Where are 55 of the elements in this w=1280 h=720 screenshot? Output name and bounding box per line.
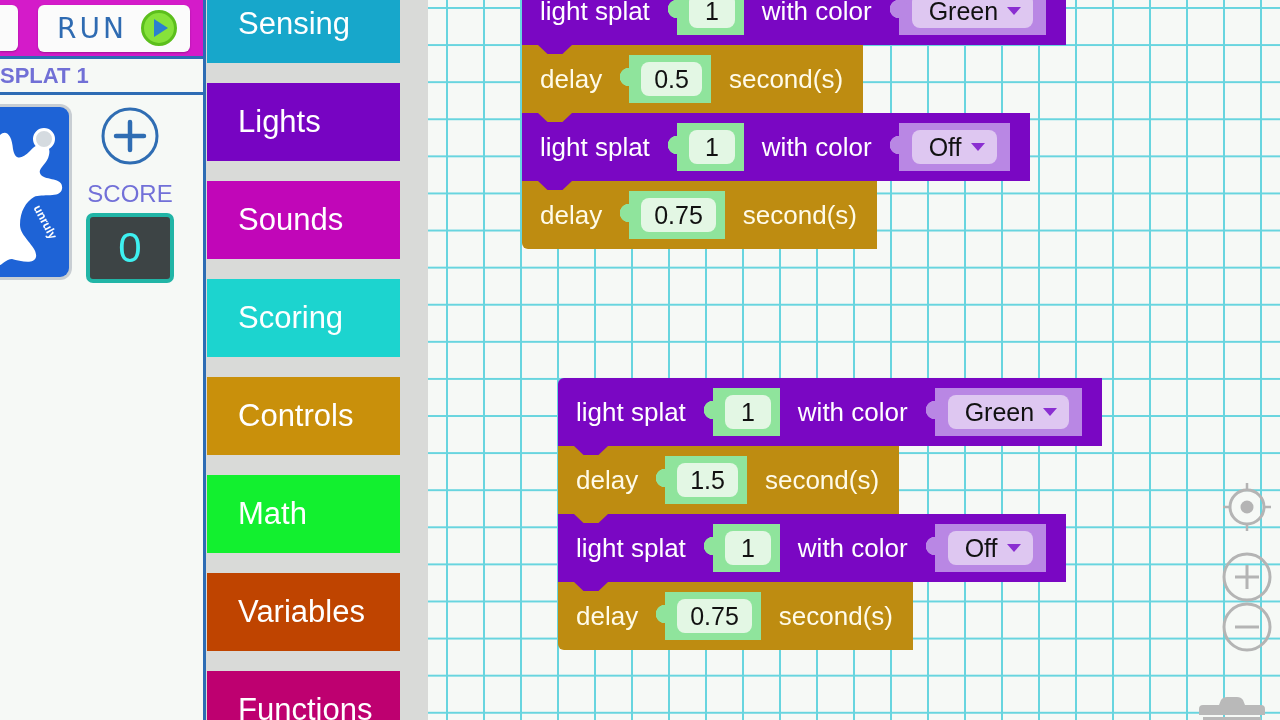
block-label: light splat bbox=[576, 533, 686, 563]
code-block[interactable]: delay 0.5 second(s) bbox=[522, 45, 864, 113]
block-label: light splat bbox=[540, 0, 650, 26]
color-dropdown[interactable]: Off bbox=[911, 130, 997, 164]
number-field[interactable]: 0.75 bbox=[641, 198, 716, 232]
caret-icon bbox=[1007, 7, 1022, 15]
caret-icon bbox=[1006, 544, 1021, 552]
code-block[interactable]: delay 0.75 second(s) bbox=[558, 582, 913, 650]
number-field[interactable]: 0.75 bbox=[677, 599, 752, 633]
caret-icon bbox=[1043, 408, 1058, 416]
block-label: delay bbox=[540, 200, 603, 230]
color-dropdown[interactable]: Green bbox=[911, 0, 1034, 28]
number-field[interactable]: 1 bbox=[688, 0, 735, 28]
zoom-in-icon[interactable] bbox=[1221, 551, 1273, 603]
score-display: 0 bbox=[86, 213, 174, 283]
block-label: second(s) bbox=[778, 601, 893, 631]
number-field[interactable]: 1 bbox=[724, 531, 771, 565]
number-field[interactable]: 1 bbox=[724, 395, 771, 429]
block-label: second(s) bbox=[742, 200, 857, 230]
category-button[interactable]: Sounds bbox=[207, 181, 400, 259]
category-button[interactable]: Functions bbox=[207, 671, 400, 720]
block-label: with color bbox=[761, 0, 872, 26]
code-block[interactable]: light splat 1 with color Off bbox=[558, 514, 1066, 582]
code-block[interactable]: delay 0.75 second(s) bbox=[522, 181, 877, 249]
color-dropdown[interactable]: Green bbox=[947, 395, 1070, 429]
device-name: SPLAT 1 bbox=[0, 62, 89, 89]
play-icon bbox=[140, 10, 177, 46]
trash-icon[interactable] bbox=[1199, 697, 1265, 720]
category-button[interactable]: Variables bbox=[207, 573, 400, 651]
block-label: delay bbox=[576, 465, 639, 495]
block-label: light splat bbox=[576, 397, 686, 427]
run-button[interactable]: RUN bbox=[38, 4, 190, 52]
number-field[interactable]: 1 bbox=[688, 130, 735, 164]
block-label: delay bbox=[576, 601, 639, 631]
number-field[interactable]: 1.5 bbox=[677, 463, 738, 497]
plus-icon[interactable] bbox=[101, 107, 159, 165]
caret-icon bbox=[970, 143, 985, 151]
block-label: light splat bbox=[540, 132, 650, 162]
score-label: SCORE bbox=[87, 181, 173, 207]
category-button[interactable]: Lights bbox=[207, 83, 400, 161]
block-label: second(s) bbox=[728, 64, 844, 94]
block-label: with color bbox=[797, 533, 908, 563]
block-label: with color bbox=[761, 132, 872, 162]
target-icon[interactable] bbox=[1221, 481, 1273, 533]
code-block[interactable]: delay 1.5 second(s) bbox=[558, 446, 900, 514]
block-label: delay bbox=[540, 64, 603, 94]
code-block[interactable]: light splat 1 with color Green bbox=[522, 0, 1067, 45]
zoom-out-icon[interactable] bbox=[1221, 601, 1273, 653]
color-dropdown[interactable]: Off bbox=[947, 531, 1033, 565]
toolbar-button[interactable] bbox=[0, 5, 18, 51]
code-block[interactable]: light splat 1 with color Green bbox=[558, 378, 1103, 446]
code-block[interactable]: light splat 1 with color Off bbox=[522, 113, 1030, 181]
block-label: second(s) bbox=[764, 465, 880, 495]
number-field[interactable]: 0.5 bbox=[641, 62, 702, 96]
block-label: with color bbox=[797, 397, 908, 427]
